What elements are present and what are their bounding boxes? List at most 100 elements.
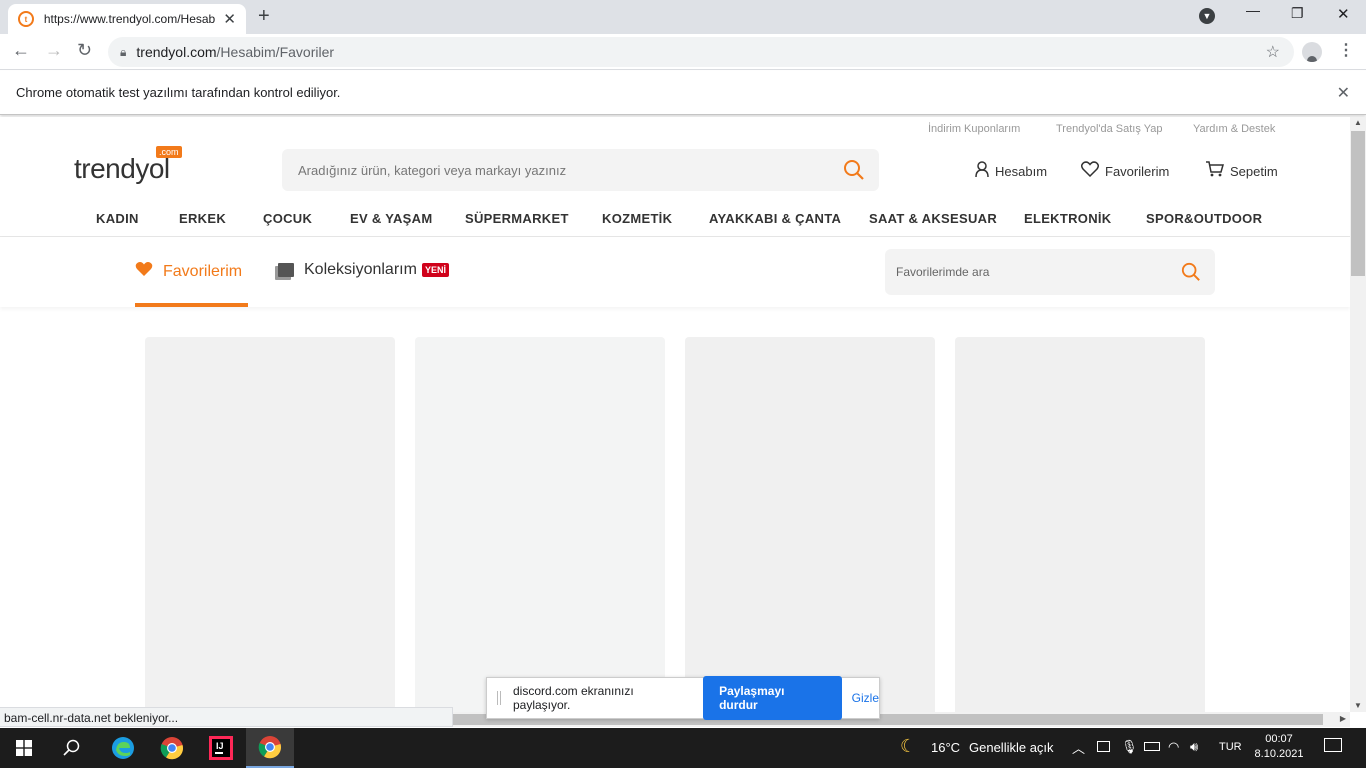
reload-icon[interactable]: ↻ xyxy=(77,40,92,61)
category-saat-aksesuar[interactable]: SAAT & AKSESUAR xyxy=(869,211,997,226)
page-viewport: İndirim Kuponlarım Trendyol'da Satış Yap… xyxy=(0,117,1350,712)
show-hidden-icons-icon[interactable]: ︿ xyxy=(1072,738,1085,757)
hide-link[interactable]: Gizle xyxy=(852,691,879,705)
infobar-text: Chrome otomatik test yazılımı tarafından… xyxy=(16,85,341,100)
automation-infobar: Chrome otomatik test yazılımı tarafından… xyxy=(0,71,1366,115)
category-elektronik[interactable]: ELEKTRONİK xyxy=(1024,211,1112,226)
clock[interactable]: 00:07 8.10.2021 xyxy=(1252,732,1306,762)
url-path: /Hesabim/Favoriler xyxy=(216,44,335,60)
network-drive-icon[interactable] xyxy=(1097,741,1110,752)
top-link-coupons[interactable]: İndirim Kuponlarım xyxy=(928,123,1020,135)
weather-temp[interactable]: 16°C xyxy=(931,740,960,755)
product-card-placeholder xyxy=(415,337,665,712)
url-text: trendyol.com/Hesabim/Favoriler xyxy=(136,44,334,60)
new-badge: YENİ xyxy=(421,263,449,277)
clock-time: 00:07 xyxy=(1265,733,1293,745)
restore-icon[interactable]: ❐ xyxy=(1291,5,1304,22)
bookmark-star-icon[interactable]: ☆ xyxy=(1266,42,1280,62)
account-label: Hesabım xyxy=(995,164,1048,179)
profile-avatar-icon[interactable] xyxy=(1302,42,1322,62)
logo-com: .com xyxy=(156,146,182,158)
category-spor-outdoor[interactable]: SPOR&OUTDOOR xyxy=(1146,211,1262,226)
product-card-placeholder xyxy=(685,337,935,712)
cart-link[interactable]: Sepetim xyxy=(1206,161,1278,182)
site-search-placeholder: Aradığınız ürün, kategori veya markayı y… xyxy=(298,162,567,178)
active-tab-underline xyxy=(135,303,248,307)
address-bar[interactable]: 🔒︎ trendyol.com/Hesabim/Favoriler ☆ xyxy=(108,37,1294,67)
weather-moon-icon[interactable]: ☾ xyxy=(900,736,916,757)
trendyol-logo[interactable]: trendyol .com xyxy=(74,146,182,185)
search-icon[interactable] xyxy=(843,159,865,184)
close-window-icon[interactable]: ✕ xyxy=(1337,5,1350,23)
vertical-scrollbar[interactable]: ▲ ▼ xyxy=(1350,117,1366,712)
browser-tab-strip: t https://www.trendyol.com/Hesab ✕ + ▼ —… xyxy=(0,0,1366,34)
category-ev-yasam[interactable]: EV & YAŞAM xyxy=(350,211,432,226)
browser-tab[interactable]: t https://www.trendyol.com/Hesab ✕ xyxy=(8,4,246,34)
heart-outline-icon xyxy=(1080,161,1100,182)
category-kozmetik[interactable]: KOZMETİK xyxy=(602,211,672,226)
top-link-sell[interactable]: Trendyol'da Satış Yap xyxy=(1056,123,1162,135)
status-bubble: bam-cell.nr-data.net bekleniyor... xyxy=(0,707,453,727)
user-icon xyxy=(975,161,989,182)
intellij-icon[interactable]: IJ xyxy=(197,728,245,768)
chrome-active-icon[interactable] xyxy=(246,728,294,768)
account-link[interactable]: Hesabım xyxy=(975,161,1047,182)
heart-filled-icon xyxy=(135,261,153,282)
browser-menu-icon[interactable]: ⋮ xyxy=(1338,40,1354,60)
collection-icon xyxy=(278,263,294,277)
minimize-icon[interactable]: — xyxy=(1246,2,1260,18)
microphone-icon[interactable]: 🎙︎ xyxy=(1121,739,1138,755)
chrome-icon[interactable] xyxy=(148,728,196,768)
svg-text:IJ: IJ xyxy=(216,741,224,751)
volume-icon[interactable]: 🔊︎ xyxy=(1190,739,1198,755)
url-domain: trendyol.com xyxy=(136,44,217,60)
browser-toolbar: ← → ↻ 🔒︎ trendyol.com/Hesabim/Favoriler … xyxy=(0,34,1366,70)
favorites-tabs-bar: Favorilerim Koleksiyonlarım YENİ Favoril… xyxy=(0,237,1350,307)
favorites-link[interactable]: Favorilerim xyxy=(1080,161,1170,182)
weather-desc[interactable]: Genellikle açık xyxy=(969,740,1054,755)
product-card-placeholder xyxy=(955,337,1205,712)
tab-collections[interactable]: Koleksiyonlarım YENİ xyxy=(278,261,449,279)
scroll-up-icon[interactable]: ▲ xyxy=(1354,118,1362,127)
favorites-label: Favorilerim xyxy=(1105,164,1170,179)
battery-icon[interactable] xyxy=(1144,742,1160,751)
logo-text: trendyol xyxy=(74,153,170,184)
favorites-search-input[interactable]: Favorilerimde ara xyxy=(885,249,1215,295)
scroll-down-icon[interactable]: ▼ xyxy=(1354,701,1362,710)
search-icon[interactable] xyxy=(1181,262,1201,285)
language-indicator[interactable]: TUR xyxy=(1219,741,1242,753)
windows-start-icon[interactable] xyxy=(0,728,48,768)
category-kadin[interactable]: KADIN xyxy=(96,211,139,226)
category-nav: KADIN ERKEK ÇOCUK EV & YAŞAM SÜPERMARKET… xyxy=(0,209,1350,237)
tab-search-icon[interactable]: ▼ xyxy=(1199,8,1215,24)
edge-icon[interactable] xyxy=(99,728,147,768)
screen-share-bar: discord.com ekranınızı paylaşıyor. Payla… xyxy=(486,676,880,720)
top-link-help[interactable]: Yardım & Destek xyxy=(1193,123,1275,135)
close-tab-icon[interactable]: ✕ xyxy=(223,10,236,28)
category-erkek[interactable]: ERKEK xyxy=(179,211,226,226)
drag-handle-icon[interactable] xyxy=(497,691,501,705)
favorites-search-placeholder: Favorilerimde ara xyxy=(896,265,990,279)
windows-taskbar: IJ ☾ 16°C Genellikle açık ︿ 🎙︎ ◠ 🔊︎ TUR … xyxy=(0,728,1366,768)
category-supermarket[interactable]: SÜPERMARKET xyxy=(465,211,569,226)
cart-icon xyxy=(1206,161,1224,182)
close-infobar-icon[interactable]: ✕ xyxy=(1337,83,1350,103)
new-tab-icon[interactable]: + xyxy=(258,5,270,28)
site-search-input[interactable]: Aradığınız ürün, kategori veya markayı y… xyxy=(282,149,879,191)
clock-date: 8.10.2021 xyxy=(1254,748,1304,760)
forward-icon[interactable]: → xyxy=(45,40,63,61)
search-icon[interactable] xyxy=(48,728,96,768)
wifi-icon[interactable]: ◠ xyxy=(1168,739,1179,755)
vertical-scroll-thumb[interactable] xyxy=(1351,131,1365,276)
notifications-icon[interactable] xyxy=(1324,738,1342,752)
share-text: discord.com ekranınızı paylaşıyor. xyxy=(512,684,634,712)
lock-icon: 🔒︎ xyxy=(120,44,127,59)
product-card-placeholder xyxy=(145,337,395,712)
tab-title: https://www.trendyol.com/Hesab xyxy=(43,12,216,26)
category-ayakkabi-canta[interactable]: AYAKKABI & ÇANTA xyxy=(709,211,841,226)
back-icon[interactable]: ← xyxy=(12,40,30,61)
stop-sharing-button[interactable]: Paylaşmayı durdur xyxy=(703,676,842,720)
scroll-right-icon[interactable]: ▶ xyxy=(1340,714,1346,723)
category-cocuk[interactable]: ÇOCUK xyxy=(263,211,312,226)
tab-favorites[interactable]: Favorilerim xyxy=(135,261,242,282)
